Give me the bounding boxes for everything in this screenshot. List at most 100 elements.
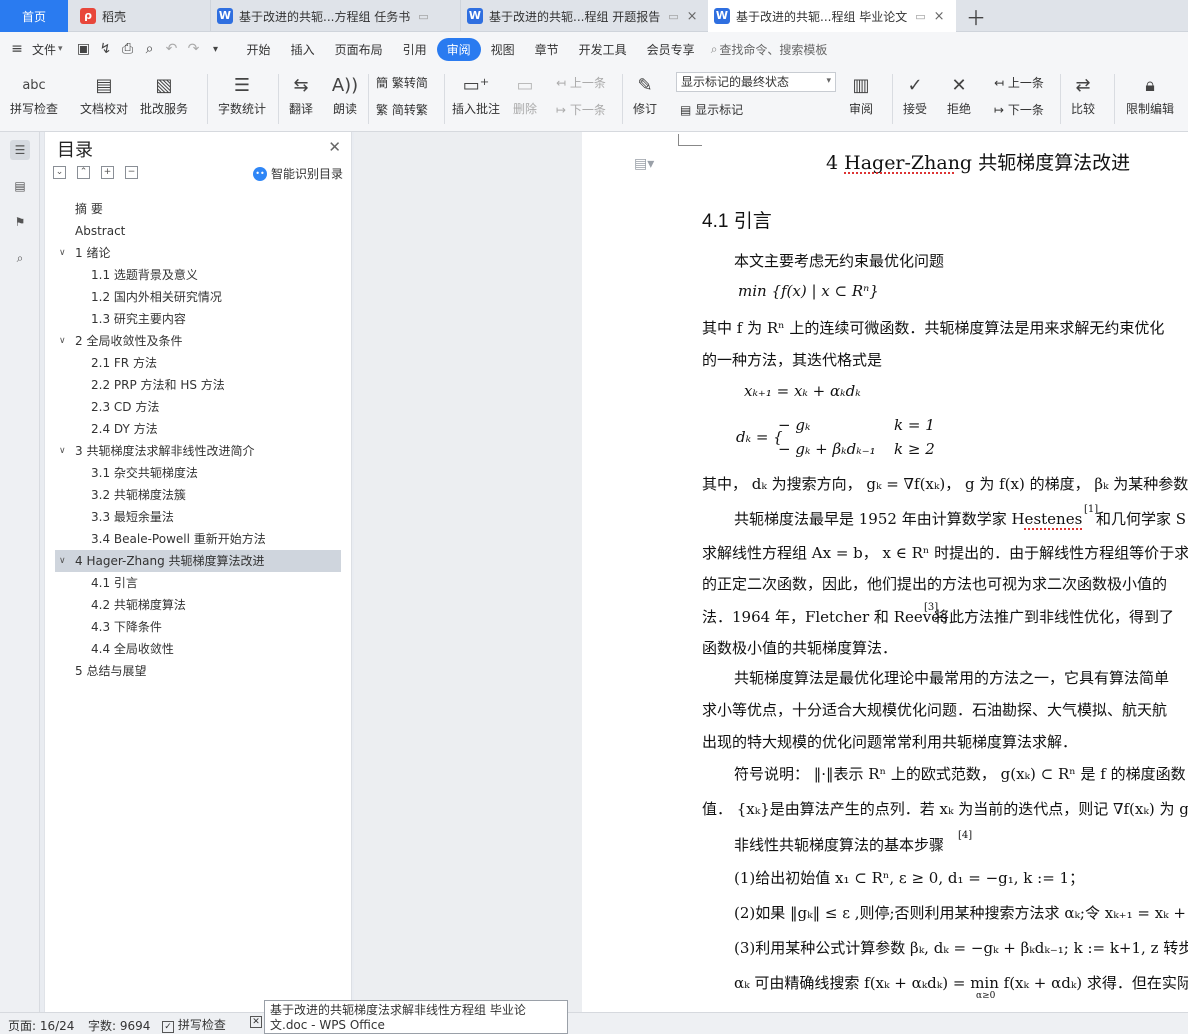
- toc-item[interactable]: 5 总结与展望: [55, 660, 341, 682]
- button-label: 拒绝: [946, 102, 971, 116]
- document-page[interactable]: ▤▾ 4 Hager-Zhang 共轭梯度算法改进 4.1 引言 本文主要考虑无…: [582, 132, 1188, 1012]
- toc-item[interactable]: ∨ 1 绪论: [55, 242, 341, 264]
- close-icon[interactable]: ×: [934, 9, 945, 24]
- chevron-down-icon[interactable]: ∨: [59, 330, 66, 352]
- menu-page-layout[interactable]: 页面布局: [325, 41, 393, 58]
- tab-thesis-doc[interactable]: W 基于改进的共轭...程组 毕业论文 ▭ ×: [708, 0, 956, 32]
- spell-check-status[interactable]: ✓ 拼写检查: [162, 1016, 226, 1033]
- toc-label: 3.4 Beale-Powell 重新开始方法: [91, 532, 266, 546]
- save-icon[interactable]: ▣: [73, 41, 95, 57]
- toc-item-selected[interactable]: ∨ 4 Hager-Zhang 共轭梯度算法改进: [55, 550, 341, 572]
- toc-item[interactable]: 1.1 选题背景及意义: [55, 264, 341, 286]
- next-comment-button[interactable]: ↦ 下一条: [556, 101, 606, 118]
- button-label: 字数统计: [218, 102, 267, 116]
- export-icon[interactable]: ↯: [95, 41, 117, 57]
- ribbon-divider: [444, 74, 445, 124]
- toc-item[interactable]: 2.1 FR 方法: [55, 352, 341, 374]
- menu-home[interactable]: 开始: [237, 41, 281, 58]
- next-change-button[interactable]: ↦ 下一条: [994, 101, 1044, 118]
- tab-home[interactable]: 首页: [0, 0, 68, 32]
- page-indicator[interactable]: 页面: 16/24: [8, 1017, 74, 1034]
- command-search[interactable]: 查找命令、搜索模板: [719, 41, 827, 58]
- menu-developer[interactable]: 开发工具: [569, 41, 637, 58]
- redo-icon[interactable]: ↷: [183, 41, 205, 57]
- toc-label: 1.2 国内外相关研究情况: [91, 290, 222, 304]
- bookmark-icon[interactable]: ⚑: [10, 212, 30, 232]
- toc-item[interactable]: 3.2 共轭梯度法簇: [55, 484, 341, 506]
- prev-comment-button[interactable]: ↤ 上一条: [556, 74, 606, 91]
- menu-insert[interactable]: 插入: [281, 41, 325, 58]
- tab-proposal-doc[interactable]: W 基于改进的共轭...程组 开题报告 ▭ ×: [460, 0, 706, 32]
- chevron-down-icon[interactable]: ∨: [59, 242, 66, 264]
- toc-item[interactable]: 4.3 下降条件: [55, 616, 341, 638]
- track-changes-button[interactable]: ✎ 修订: [632, 70, 658, 117]
- toc-item[interactable]: 2.2 PRP 方法和 HS 方法: [55, 374, 341, 396]
- prev-change-button[interactable]: ↤ 上一条: [994, 74, 1044, 91]
- new-tab-button[interactable]: ＋: [966, 0, 990, 32]
- menu-member[interactable]: 会员专享: [637, 41, 705, 58]
- doc-proof-button[interactable]: ▤ 文档校对: [80, 70, 128, 117]
- compare-button[interactable]: ⇄ 比较: [1070, 70, 1096, 117]
- close-icon[interactable]: ✕: [250, 1016, 262, 1028]
- chevron-down-icon[interactable]: ▾: [205, 44, 227, 55]
- add-icon[interactable]: +: [101, 166, 114, 179]
- toc-item[interactable]: 3.3 最短余量法: [55, 506, 341, 528]
- expand-icon[interactable]: ⌃: [77, 166, 90, 179]
- tab-label: 基于改进的共轭...程组 开题报告: [489, 9, 661, 24]
- simp-to-trad-button[interactable]: 繁 简转繁: [376, 101, 428, 118]
- menu-references[interactable]: 引用: [393, 41, 437, 58]
- toc-item[interactable]: Abstract: [55, 220, 341, 242]
- toc-item[interactable]: ∨ 3 共轭梯度法求解非线性改进简介: [55, 440, 341, 462]
- restrict-edit-button[interactable]: 🔒︎ 限制编辑: [1126, 70, 1174, 117]
- toc-item[interactable]: 2.3 CD 方法: [55, 396, 341, 418]
- read-aloud-button[interactable]: A)) 朗读: [332, 70, 358, 117]
- trad-to-simp-button[interactable]: 簡 繁转简: [376, 74, 428, 91]
- toc-item[interactable]: 3.1 杂交共轭梯度法: [55, 462, 341, 484]
- show-markup-button[interactable]: ▤ 显示标记: [680, 101, 743, 118]
- chevron-down-icon[interactable]: ∨: [59, 440, 66, 462]
- toc-item[interactable]: 1.2 国内外相关研究情况: [55, 286, 341, 308]
- menu-section[interactable]: 章节: [525, 41, 569, 58]
- chevron-down-icon[interactable]: ∨: [59, 550, 66, 572]
- close-icon[interactable]: ×: [687, 9, 698, 24]
- hamburger-icon[interactable]: ≡: [6, 41, 28, 57]
- smart-toc-button[interactable]: •• 智能识别目录: [252, 165, 343, 182]
- toc-label: 4.4 全局收敛性: [91, 642, 174, 656]
- toc-item[interactable]: 3.4 Beale-Powell 重新开始方法: [55, 528, 341, 550]
- toc-item[interactable]: 4.4 全局收敛性: [55, 638, 341, 660]
- menu-view[interactable]: 视图: [481, 41, 525, 58]
- accept-button[interactable]: ✓ 接受: [902, 70, 928, 117]
- menu-review[interactable]: 审阅: [436, 37, 481, 61]
- toc-item[interactable]: 1.3 研究主要内容: [55, 308, 341, 330]
- toc-item[interactable]: 摘 要: [55, 198, 341, 220]
- button-label: 文档校对: [80, 102, 129, 116]
- remove-icon[interactable]: −: [125, 166, 138, 179]
- print-preview-icon[interactable]: ⌕: [139, 41, 161, 57]
- search-icon[interactable]: ⌕: [10, 248, 30, 268]
- print-icon[interactable]: ⎙: [117, 41, 139, 57]
- collapse-icon[interactable]: ⌄: [53, 166, 66, 179]
- delete-comment-button[interactable]: ▭ 删除: [512, 70, 538, 117]
- translate-button[interactable]: ⇆ 翻译: [288, 70, 314, 117]
- toc-item[interactable]: ∨ 2 全局收敛性及条件: [55, 330, 341, 352]
- toc-icon[interactable]: ☰: [10, 140, 30, 160]
- word-count[interactable]: 字数: 9694: [88, 1017, 150, 1034]
- close-icon[interactable]: ✕: [328, 138, 341, 156]
- toc-item[interactable]: 4.1 引言: [55, 572, 341, 594]
- markup-mode-select[interactable]: 显示标记的最终状态 ▾: [676, 72, 836, 92]
- tab-docer[interactable]: ρ 稻壳: [80, 0, 200, 32]
- toc-item[interactable]: 2.4 DY 方法: [55, 418, 341, 440]
- reject-button[interactable]: ✕ 拒绝: [946, 70, 972, 117]
- insert-comment-button[interactable]: ▭⁺ 插入批注: [452, 70, 500, 117]
- outline-icon[interactable]: ▤: [10, 176, 30, 196]
- undo-icon[interactable]: ↶: [161, 41, 183, 57]
- tab-task-doc[interactable]: W 基于改进的共轭...方程组 任务书 ▭: [210, 0, 456, 32]
- review-pane-button[interactable]: ▥ 审阅: [848, 70, 874, 117]
- review-service-button[interactable]: ▧ 批改服务: [140, 70, 188, 117]
- toc-item[interactable]: 4.2 共轭梯度算法: [55, 594, 341, 616]
- word-count-button[interactable]: ☰ 字数统计: [218, 70, 266, 117]
- spell-check-button[interactable]: abc 拼写检查: [10, 70, 58, 117]
- file-menu[interactable]: 文件: [28, 41, 58, 58]
- button-label: 限制编辑: [1126, 102, 1175, 116]
- page-menu-icon[interactable]: ▤▾: [634, 156, 654, 172]
